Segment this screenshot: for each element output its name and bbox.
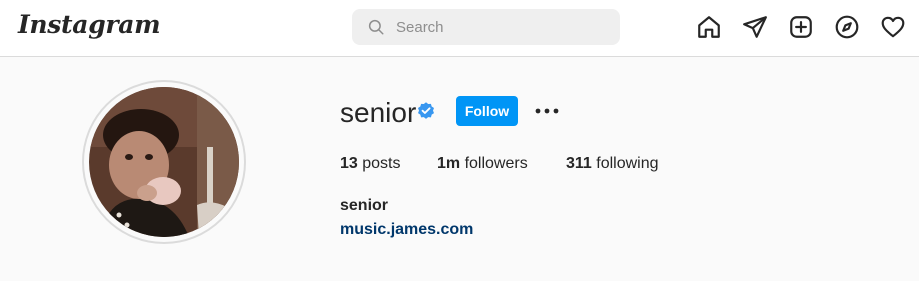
- profile-full-name: senior: [340, 197, 389, 214]
- search-icon: [368, 19, 384, 35]
- following-label: following: [596, 155, 659, 172]
- explore-icon[interactable]: [834, 14, 860, 40]
- top-navigation-bar: Instagram Search: [0, 0, 919, 57]
- verified-badge-icon: [418, 102, 434, 119]
- profile-username: senior: [340, 97, 417, 128]
- followers-count[interactable]: 1m followers: [437, 155, 528, 173]
- instagram-logo[interactable]: Instagram: [18, 10, 161, 39]
- activity-heart-icon[interactable]: [880, 14, 906, 40]
- avatar[interactable]: [89, 87, 239, 237]
- header-nav: [696, 14, 906, 42]
- following-count-value: 311: [566, 155, 592, 172]
- followers-count-value: 1m: [437, 155, 461, 172]
- new-post-icon[interactable]: [788, 14, 814, 40]
- home-icon[interactable]: [696, 14, 722, 40]
- posts-count: 13 posts: [340, 155, 401, 173]
- posts-count-value: 13: [340, 155, 358, 172]
- profile-website-link[interactable]: music.james.com: [340, 221, 473, 239]
- search-box[interactable]: Search: [352, 9, 620, 45]
- search-input[interactable]: Search: [396, 19, 444, 36]
- posts-label: posts: [362, 155, 401, 172]
- avatar-ring[interactable]: [82, 80, 246, 244]
- followers-label: followers: [464, 155, 528, 172]
- following-count[interactable]: 311 following: [566, 155, 659, 173]
- direct-message-icon[interactable]: [742, 14, 768, 40]
- follow-button[interactable]: Follow: [456, 96, 518, 126]
- more-options-icon[interactable]: [533, 104, 561, 118]
